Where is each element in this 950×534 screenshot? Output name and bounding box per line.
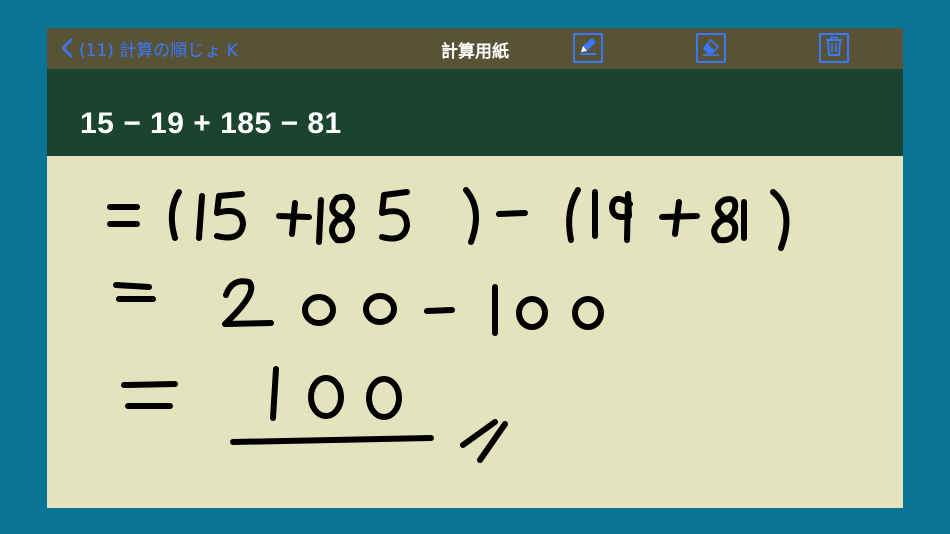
navigation-bar: (11) 計算の順じょ K 計算用紙 [47,28,903,69]
pencil-icon [577,35,599,61]
back-button-label: (11) 計算の順じょ K [79,40,238,61]
eraser-icon [700,35,722,61]
handwritten-line-3 [121,366,508,463]
delete-button[interactable] [819,33,849,63]
chevron-left-icon [61,38,73,58]
handwritten-line-2 [113,278,604,336]
scratch-canvas[interactable] [47,156,903,508]
app-window: (11) 計算の順じょ K 計算用紙 15 − 19 + 185 − 81 [47,28,903,508]
handwritten-line-1 [107,187,790,251]
problem-expression: 15 − 19 + 185 − 81 [80,107,342,140]
eraser-tool-button[interactable] [696,33,726,63]
back-button[interactable]: (11) 計算の順じょ K [61,36,238,61]
problem-banner: 15 − 19 + 185 − 81 [47,69,903,156]
pencil-tool-button[interactable] [573,33,603,63]
trash-icon [823,35,845,61]
